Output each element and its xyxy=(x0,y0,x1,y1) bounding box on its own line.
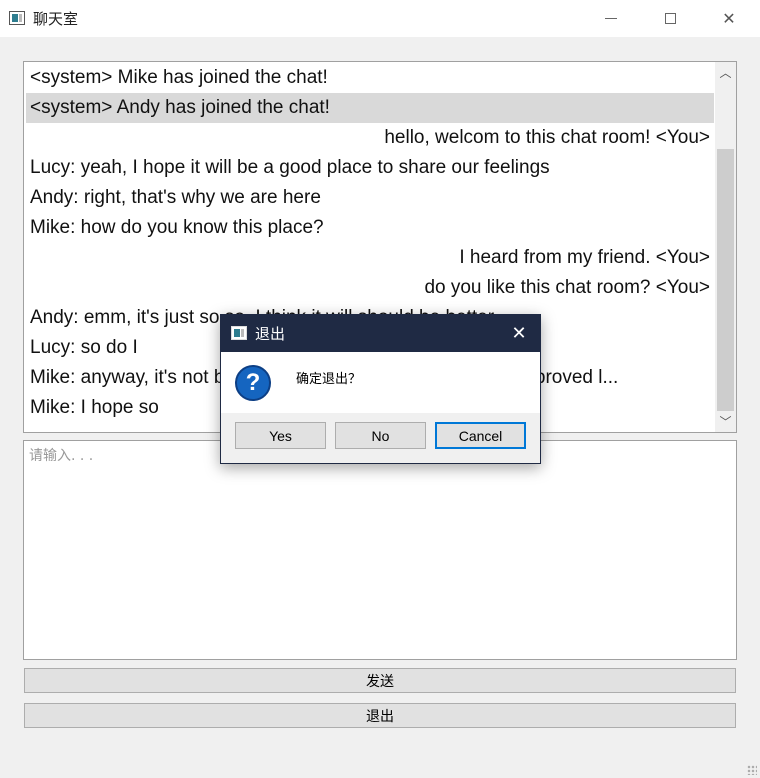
yes-button[interactable]: Yes xyxy=(235,422,326,449)
quit-button[interactable]: 退出 xyxy=(24,703,736,728)
dialog-title: 退出 xyxy=(255,325,286,343)
maximize-icon xyxy=(664,13,676,24)
chevron-up-icon: ︿ xyxy=(719,66,732,80)
window-title: 聊天室 xyxy=(33,10,79,28)
scroll-thumb[interactable] xyxy=(717,149,734,411)
close-icon: ✕ xyxy=(722,9,736,28)
dialog-body: ? 确定退出？ xyxy=(221,352,540,413)
chat-message[interactable]: Andy: right, that's why we are here xyxy=(26,183,714,213)
dialog-message: 确定退出？ xyxy=(296,372,362,387)
no-button[interactable]: No xyxy=(335,422,426,449)
chat-message[interactable]: I heard from my friend. <You> xyxy=(26,243,714,273)
chat-message[interactable]: <system> Andy has joined the chat! xyxy=(26,93,714,123)
chat-message[interactable]: hello, welcom to this chat room! <You> xyxy=(26,123,714,153)
minimize-icon xyxy=(605,18,617,19)
chat-message[interactable]: do you like this chat room? <You> xyxy=(26,273,714,303)
quit-confirm-dialog: 退出 ✕ ? 确定退出？ Yes No Cancel xyxy=(220,314,541,464)
message-input[interactable] xyxy=(24,441,736,659)
question-icon: ? xyxy=(235,365,271,401)
cancel-button[interactable]: Cancel xyxy=(435,422,526,449)
app-window-icon xyxy=(9,11,25,25)
send-button[interactable]: 发送 xyxy=(24,668,736,693)
scroll-down-button[interactable]: ﹀ xyxy=(715,411,736,432)
close-button[interactable]: ✕ xyxy=(700,0,758,37)
resize-grip-icon[interactable] xyxy=(747,765,757,775)
maximize-button[interactable] xyxy=(641,0,699,37)
chat-message[interactable]: <system> Mike has joined the chat! xyxy=(26,63,714,93)
minimize-button[interactable] xyxy=(582,0,640,37)
message-input-container xyxy=(23,440,737,660)
close-icon: ✕ xyxy=(511,323,527,344)
chat-message[interactable]: Mike: how do you know this place? xyxy=(26,213,714,243)
dialog-window-icon xyxy=(231,326,247,340)
chevron-down-icon: ﹀ xyxy=(719,415,732,429)
title-bar: 聊天室 ✕ xyxy=(0,0,760,37)
dialog-title-bar[interactable]: 退出 ✕ xyxy=(221,315,540,352)
scroll-up-button[interactable]: ︿ xyxy=(715,62,736,83)
chat-message[interactable]: Lucy: yeah, I hope it will be a good pla… xyxy=(26,153,714,183)
chat-scrollbar[interactable]: ︿ ﹀ xyxy=(715,62,736,432)
question-mark-glyph: ? xyxy=(245,369,261,396)
dialog-close-button[interactable]: ✕ xyxy=(498,315,540,352)
